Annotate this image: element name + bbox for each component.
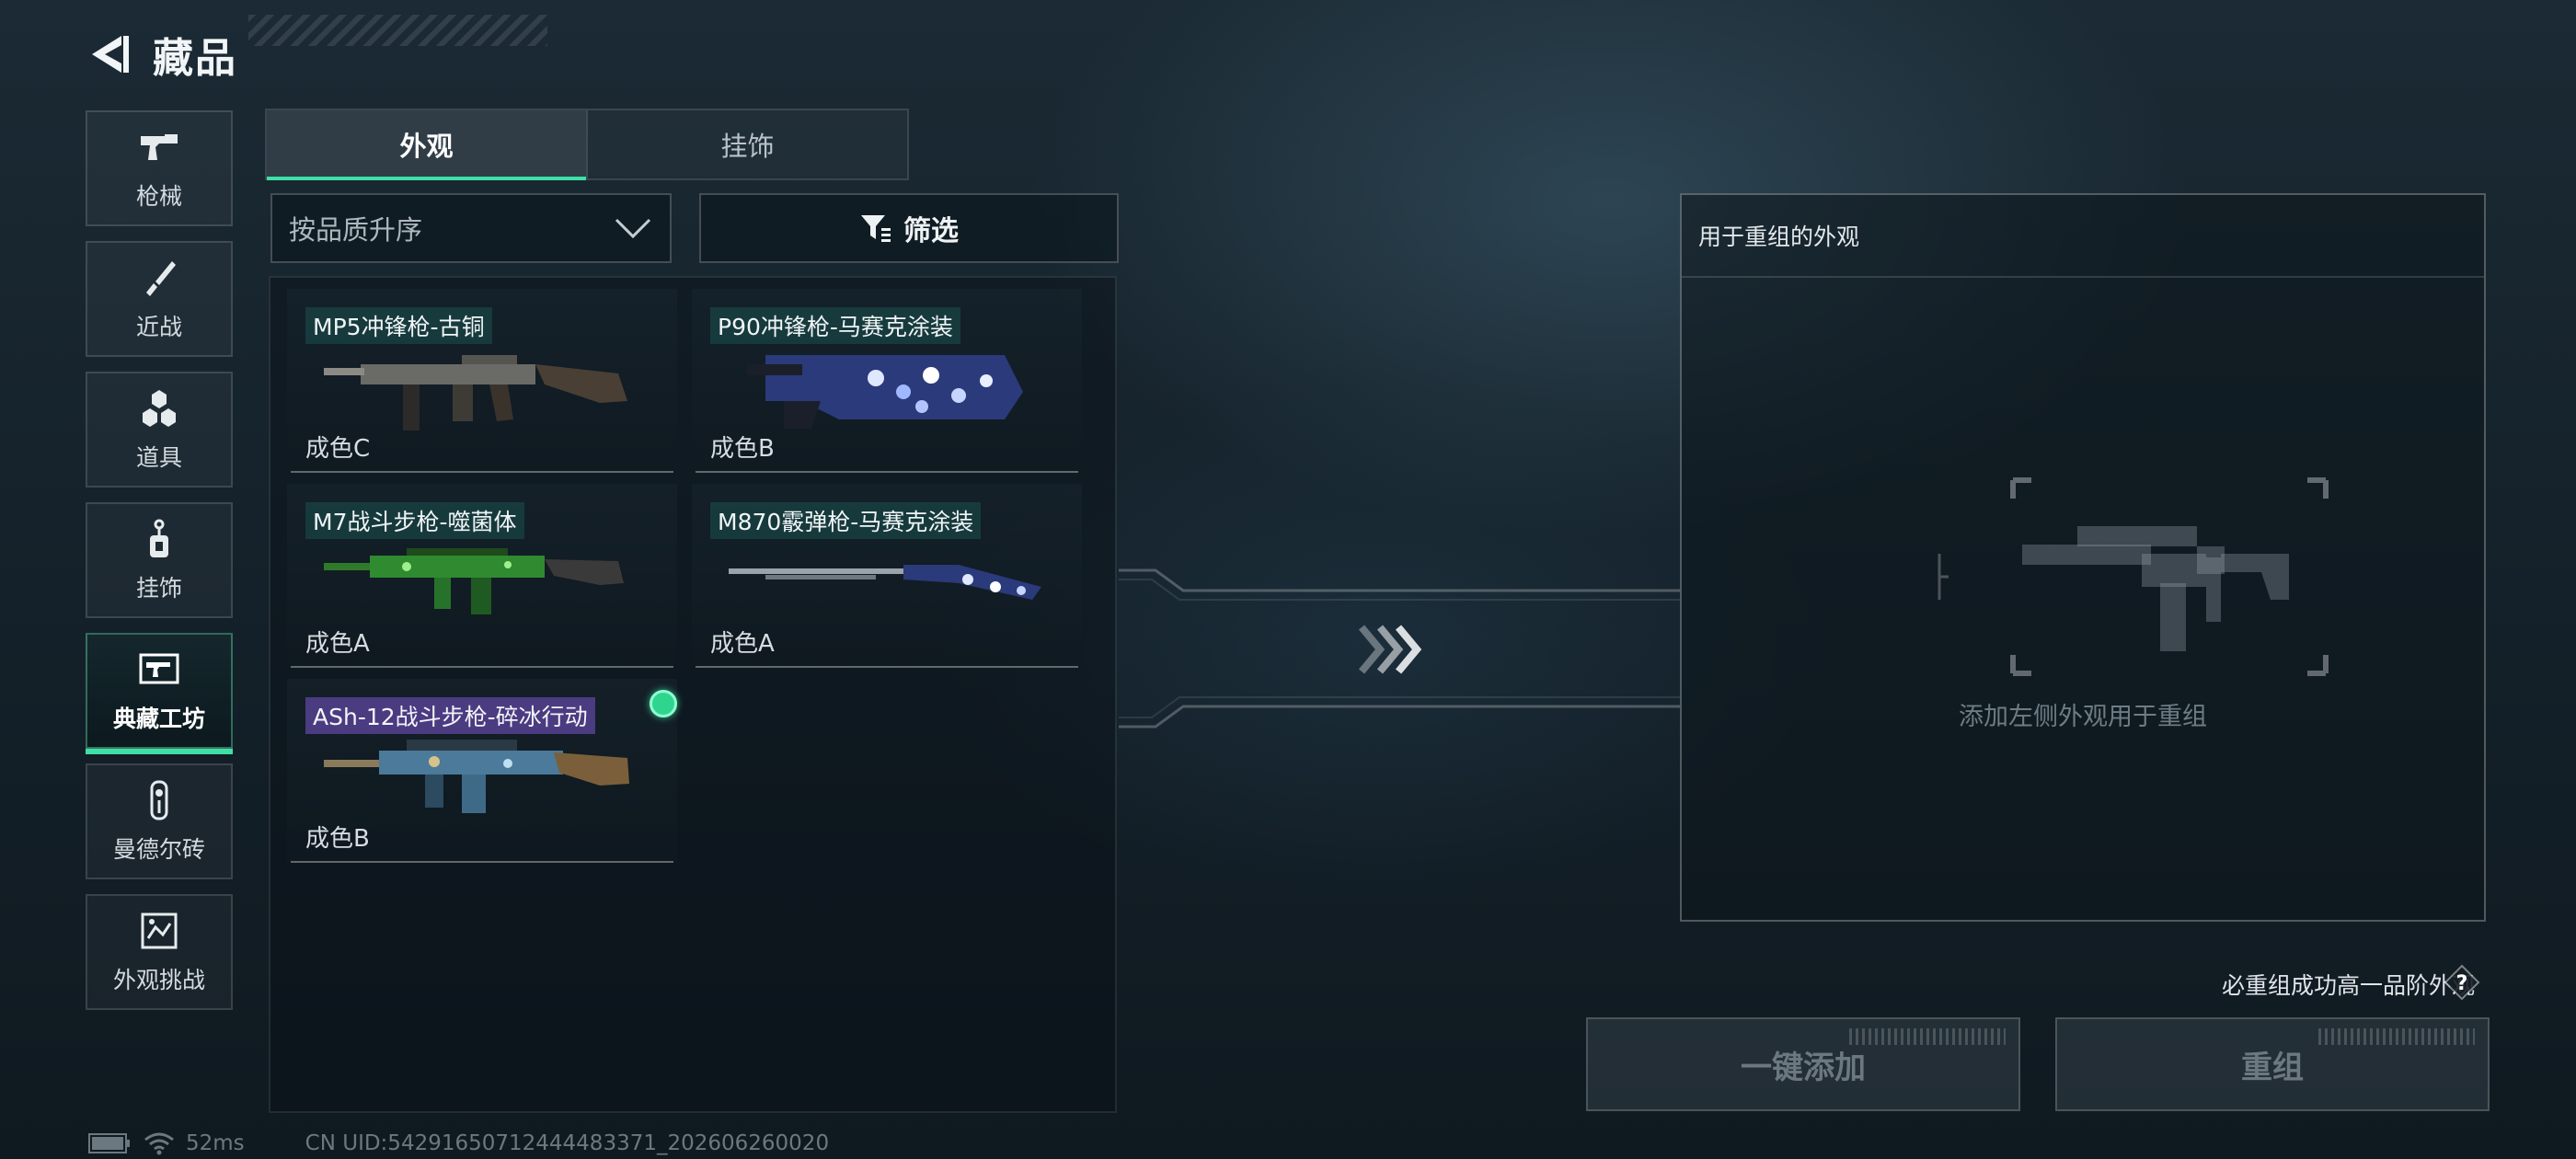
p90-weapon-image bbox=[747, 355, 1023, 429]
category-sidebar: 枪械 近战 道具 挂饰 典藏工坊 曼德尔砖 外观挑战 bbox=[86, 110, 233, 1025]
flow-connector bbox=[1119, 568, 1680, 729]
knife-icon bbox=[146, 261, 176, 296]
recombine-panel-title: 用于重组的外观 bbox=[1682, 195, 2484, 278]
tab-bar: 外观 挂饰 bbox=[265, 109, 909, 180]
recombine-label: 重组 bbox=[2241, 1049, 2304, 1086]
recombine-button[interactable]: 重组 bbox=[2055, 1017, 2490, 1111]
skin-card-ash12[interactable]: ASh-12战斗步枪-碎冰行动 成色B bbox=[287, 679, 677, 863]
skin-card-mp5[interactable]: MP5冲锋枪-古铜 成色C bbox=[287, 289, 677, 473]
filter-label: 筛选 bbox=[903, 215, 959, 247]
m7-weapon-image bbox=[324, 548, 624, 614]
skin-card-p90[interactable]: P90冲锋枪-马赛克涂装 成色B bbox=[692, 289, 1082, 473]
sidebar-item-label: 枪械 bbox=[135, 183, 182, 210]
skin-card-m7[interactable]: M7战斗步枪-噬菌体 成色A bbox=[287, 484, 677, 668]
sidebar-item-charms[interactable]: 挂饰 bbox=[86, 502, 233, 618]
filter-icon bbox=[861, 215, 891, 242]
user-uid: CN UID:542916507124444833​71_20260626002… bbox=[305, 1131, 830, 1155]
sort-dropdown[interactable]: 按品质升序 bbox=[270, 193, 672, 263]
status-bar: 52ms CN UID:542916507124444833​71_202606… bbox=[88, 1130, 829, 1157]
back-arrow-icon[interactable] bbox=[85, 30, 132, 78]
workshop-icon bbox=[139, 653, 179, 684]
recombine-panel: 用于重组的外观 添加左侧外观用于重组 bbox=[1680, 193, 2486, 922]
page-title: 藏品 bbox=[153, 35, 237, 82]
skin-grade: 成色C bbox=[305, 435, 371, 463]
selected-indicator bbox=[650, 690, 677, 717]
sidebar-item-label: 挂饰 bbox=[135, 575, 182, 602]
help-icon[interactable]: ? bbox=[2444, 964, 2480, 1001]
chevron-down-icon bbox=[615, 218, 651, 239]
page-header: 藏品 bbox=[85, 22, 237, 86]
title-stripe-decoration bbox=[248, 15, 547, 46]
sidebar-item-label: 外观挑战 bbox=[112, 967, 205, 993]
skin-grade: 成色A bbox=[305, 630, 370, 658]
sidebar-item-firearms[interactable]: 枪械 bbox=[86, 110, 233, 226]
grenades-icon bbox=[143, 390, 176, 427]
mp5-weapon-image bbox=[324, 355, 627, 430]
charm-icon bbox=[150, 519, 168, 557]
skin-grade: 成色B bbox=[710, 435, 775, 463]
challenge-icon bbox=[141, 912, 178, 949]
svg-text:?: ? bbox=[2456, 972, 2468, 995]
sidebar-item-label: 近战 bbox=[135, 314, 182, 340]
sidebar-item-label: 道具 bbox=[135, 444, 182, 471]
sort-value: 按品质升序 bbox=[289, 214, 423, 246]
skin-card-m870[interactable]: M870霰弹枪-马赛克涂装 成色A bbox=[692, 484, 1082, 668]
sidebar-item-label: 典藏工坊 bbox=[112, 706, 205, 732]
sidebar-item-melee[interactable]: 近战 bbox=[86, 241, 233, 357]
ping-readout: 52ms bbox=[186, 1131, 245, 1155]
sidebar-item-skin-challenge[interactable]: 外观挑战 bbox=[86, 894, 233, 1010]
add-all-label: 一键添加 bbox=[1741, 1049, 1866, 1086]
sidebar-item-mandel-brick[interactable]: 曼德尔砖 bbox=[86, 763, 233, 879]
battery-icon bbox=[88, 1133, 130, 1153]
empty-slot-rifle-icon bbox=[1938, 477, 2329, 676]
m870-weapon-image bbox=[729, 565, 1041, 600]
sidebar-item-workshop[interactable]: 典藏工坊 bbox=[86, 633, 233, 754]
forward-chevrons-icon bbox=[1358, 625, 1422, 674]
skin-grade: 成色B bbox=[305, 825, 370, 853]
tab-appearance[interactable]: 外观 bbox=[267, 110, 586, 180]
tab-charms[interactable]: 挂饰 bbox=[586, 110, 907, 178]
recombine-guarantee-note: 必重组成功高一品阶外观 bbox=[2221, 972, 2475, 999]
button-decoration bbox=[2318, 1028, 2475, 1045]
brick-icon bbox=[150, 780, 168, 820]
filter-button[interactable]: 筛选 bbox=[699, 193, 1119, 263]
empty-slot-hint: 添加左侧外观用于重组 bbox=[1959, 703, 2207, 731]
skin-grade: 成色A bbox=[710, 630, 775, 658]
add-all-button[interactable]: 一键添加 bbox=[1586, 1017, 2020, 1111]
sidebar-item-gear[interactable]: 道具 bbox=[86, 372, 233, 488]
pistol-icon bbox=[141, 134, 178, 160]
button-decoration bbox=[1849, 1028, 2006, 1045]
wifi-icon bbox=[144, 1132, 174, 1155]
sidebar-item-label: 曼德尔砖 bbox=[112, 836, 205, 863]
skin-list: MP5冲锋枪-古铜 成色C P90冲锋枪-马赛克涂装 成色B M7战斗步枪-噬菌… bbox=[269, 276, 1117, 1113]
ash12-weapon-image bbox=[324, 740, 629, 813]
